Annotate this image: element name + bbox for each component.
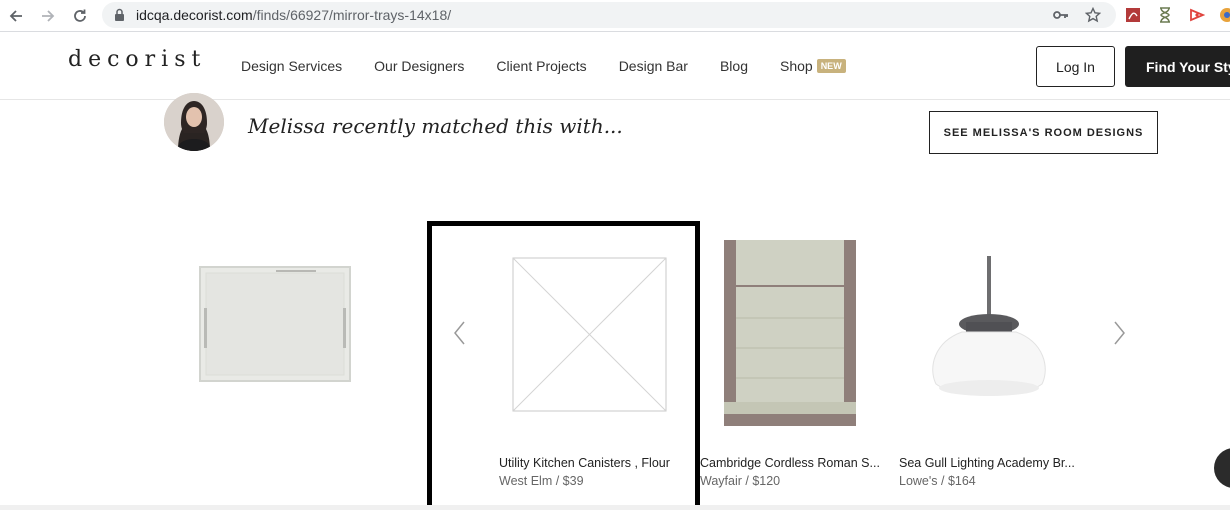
nav-blog[interactable]: Blog (720, 58, 748, 74)
reload-icon[interactable] (68, 4, 92, 28)
key-icon[interactable] (1052, 6, 1070, 24)
product-meta: Wayfair / $120 (700, 474, 781, 488)
product-name[interactable]: Utility Kitchen Canisters , Flour (499, 456, 670, 470)
product-meta: Lowe's / $164 (899, 474, 976, 488)
lock-icon (114, 8, 125, 27)
forward-arrow-icon[interactable] (36, 4, 60, 28)
site-header: decorist Design Services Our Designers C… (0, 33, 1230, 100)
nav-design-services[interactable]: Design Services (241, 58, 342, 74)
url-text: idcqa.decorist.com/finds/66927/mirror-tr… (136, 7, 452, 23)
matched-caption: Melissa recently matched this with... (248, 114, 623, 138)
media-extension-icon[interactable] (1188, 6, 1206, 24)
product-image-placeholder[interactable] (512, 257, 667, 412)
hourglass-extension-icon[interactable] (1156, 6, 1174, 24)
nav-client-projects[interactable]: Client Projects (496, 58, 586, 74)
back-arrow-icon[interactable] (4, 4, 28, 28)
product-image-roman-shade[interactable] (720, 238, 860, 430)
login-button[interactable]: Log In (1036, 46, 1115, 87)
product-name[interactable]: Sea Gull Lighting Academy Br... (899, 456, 1075, 470)
carousel-next-icon[interactable] (1110, 318, 1130, 348)
nav-design-bar[interactable]: Design Bar (619, 58, 688, 74)
address-bar[interactable]: idcqa.decorist.com/finds/66927/mirror-tr… (102, 2, 1116, 28)
star-icon[interactable] (1084, 6, 1102, 24)
product-image-mirror-tray[interactable] (196, 263, 356, 385)
product-meta: West Elm / $39 (499, 474, 584, 488)
main-nav: Design Services Our Designers Client Pro… (241, 58, 878, 74)
carousel-prev-icon[interactable] (449, 318, 469, 348)
profile-icon[interactable] (1218, 6, 1230, 24)
page: idcqa.decorist.com/finds/66927/mirror-tr… (0, 0, 1230, 510)
find-your-style-button[interactable]: Find Your Style (1125, 46, 1230, 87)
new-badge: NEW (816, 59, 846, 73)
site-logo[interactable]: decorist (68, 47, 206, 72)
pdf-extension-icon[interactable] (1124, 6, 1142, 24)
designer-avatar (164, 93, 224, 151)
nav-shop-label: Shop (779, 58, 813, 74)
page-bottom-edge (0, 505, 1230, 510)
product-image-pendant-light[interactable] (926, 256, 1052, 400)
nav-our-designers[interactable]: Our Designers (374, 58, 464, 74)
browser-toolbar: idcqa.decorist.com/finds/66927/mirror-tr… (0, 0, 1230, 32)
chat-bubble-icon[interactable] (1214, 448, 1230, 488)
product-name[interactable]: Cambridge Cordless Roman S... (700, 456, 880, 470)
see-room-designs-button[interactable]: SEE MELISSA'S ROOM DESIGNS (929, 111, 1158, 154)
nav-shop[interactable]: Shop NEW (780, 58, 846, 74)
